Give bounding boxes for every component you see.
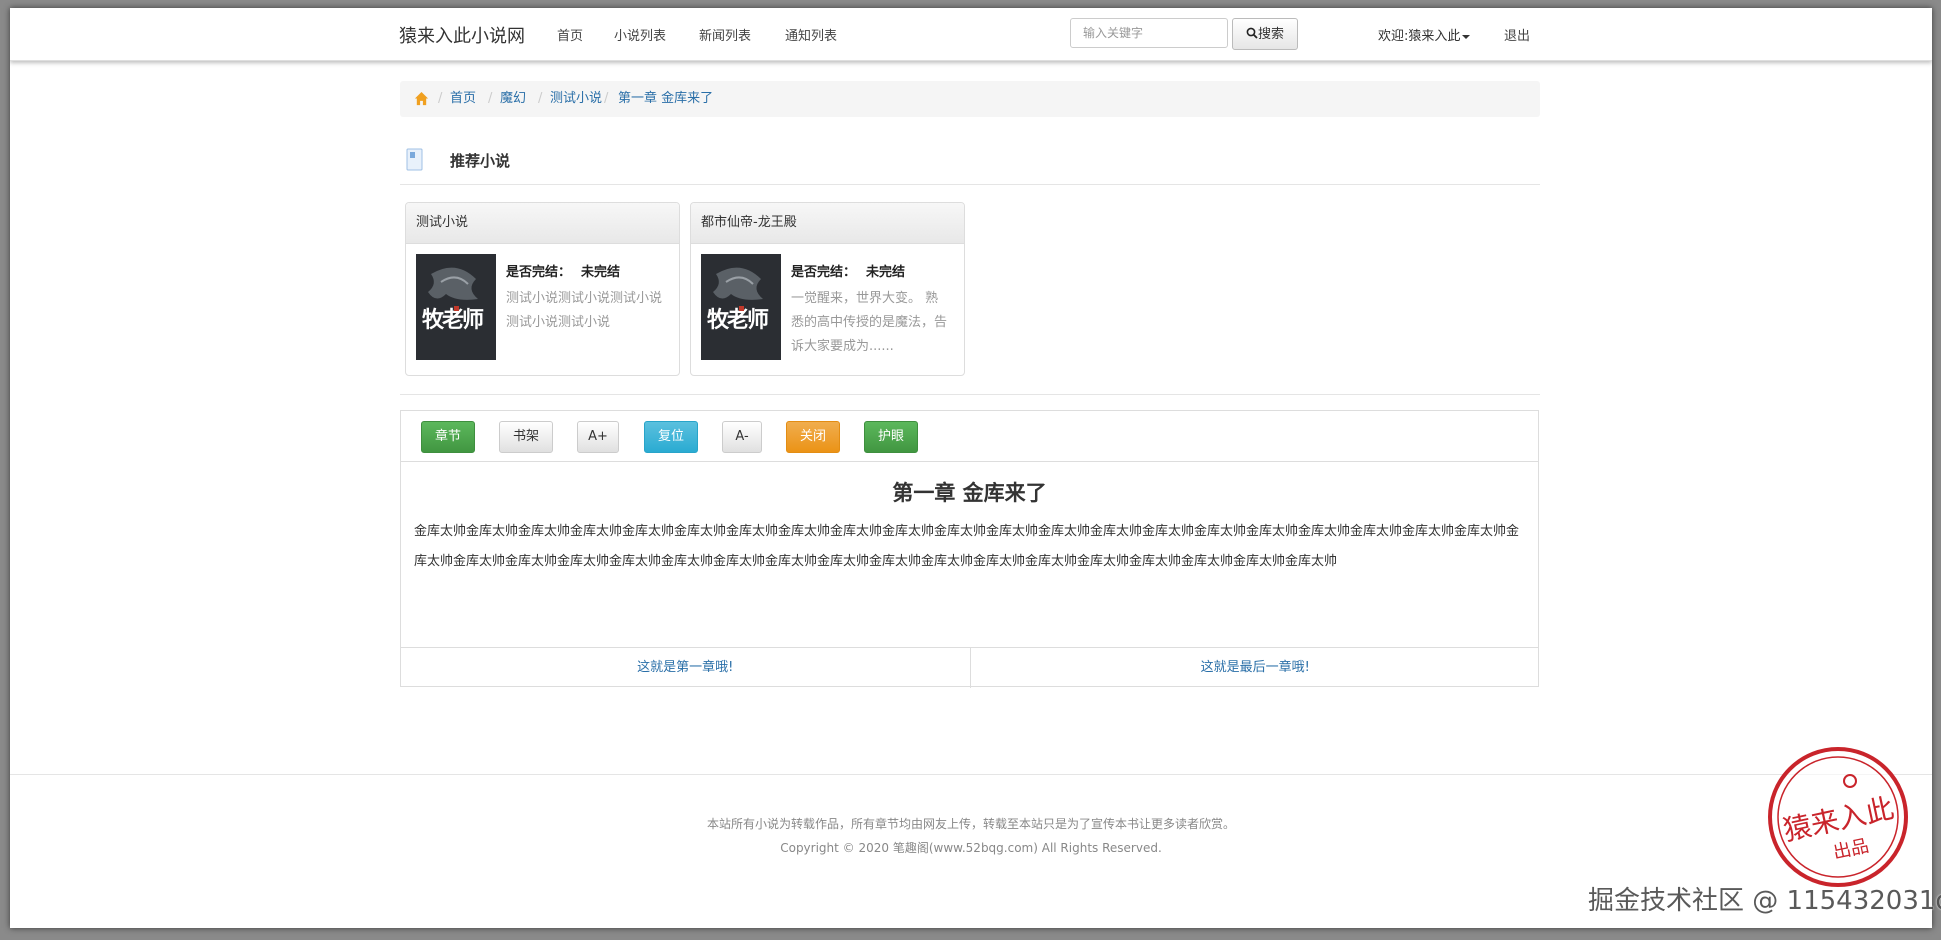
chapter-title: 第一章 金库来了 [892,481,1047,505]
eye-care-button[interactable]: 护眼 [864,421,918,453]
novel-description: 一觉醒来，世界大变。 熟悉的高中传授的是魔法，告诉大家要成为...... [791,291,948,354]
chevron-down-icon [1462,34,1471,39]
novel-description: 测试小说测试小说测试小说测试小说测试小说 [506,291,663,330]
status-value: 未完结 [866,265,906,280]
reader-toolbar: 章节 书架 A+ 复位 A- 关闭 护眼 [401,411,1538,462]
novel-card[interactable]: 都市仙帝-龙王殿 牧老师 是否完结： 未完结 一觉醒来，世界大变。 熟悉的高中传授… [690,202,965,376]
status-label: 是否完结： [506,265,572,280]
top-navbar: 猿来入此小说网 首页 小说列表 新闻列表 通知列表 输入关键字 搜索 欢迎:猿来… [10,8,1932,61]
breadcrumb-novel[interactable]: 测试小说 [550,81,602,117]
bookshelf-button[interactable]: 书架 [499,421,553,453]
breadcrumb-separator: / [538,91,543,106]
novel-cover-image[interactable]: 牧老师 [416,254,496,360]
novel-card-title[interactable]: 都市仙帝-龙王殿 [691,203,964,244]
cover-title: 牧老师 [707,307,769,333]
nav-news-list[interactable]: 新闻列表 [699,25,751,44]
search-icon [1246,27,1258,39]
footer-notice: 本站所有小说为转载作品，所有章节均由网友上传，转载至本站只是为了宣传本书让更多读… [706,817,1235,831]
breadcrumb-separator: / [438,91,443,106]
novel-status: 是否完结： 未完结 [506,261,620,280]
breadcrumb-separator: / [488,91,493,106]
reset-button[interactable]: 复位 [644,421,698,453]
section-title: 推荐小说 [450,152,511,170]
cover-stamp [739,306,744,311]
search-button-label: 搜索 [1257,27,1284,42]
breadcrumb: / 首页 / 魔幻 / 测试小说 / 第一章 金库来了 [400,81,1540,117]
divider [400,394,1540,395]
chapter-pager: 这就是第一章哦! 这就是最后一章哦! [401,647,1538,688]
breadcrumb-category[interactable]: 魔幻 [500,81,526,117]
logout-link[interactable]: 退出 [1504,25,1530,44]
nav-novel-list[interactable]: 小说列表 [614,25,666,44]
watermark-text: 掘金技术社区 @ 115432031q [1588,886,1941,916]
search-input[interactable]: 输入关键字 [1070,18,1228,48]
font-increase-button[interactable]: A+ [577,421,619,453]
nav-home[interactable]: 首页 [557,25,583,44]
novel-status: 是否完结： 未完结 [791,261,905,280]
prev-chapter-link[interactable]: 这就是第一章哦! [401,648,970,688]
font-decrease-button[interactable]: A- [722,421,762,453]
cover-stamp [454,306,459,311]
browser-page: 猿来入此小说网 首页 小说列表 新闻列表 通知列表 输入关键字 搜索 欢迎:猿来… [10,8,1932,928]
home-icon[interactable] [414,91,429,106]
novel-card-title[interactable]: 测试小说 [406,203,679,244]
footer-copyright: Copyright © 2020 笔趣阁(www.52bqg.com) All … [780,841,1162,855]
book-icon [406,148,423,171]
status-label: 是否完结： [791,265,857,280]
chapter-content: 金库太帅金库太帅金库太帅金库太帅金库太帅金库太帅金库太帅金库太帅金库太帅金库太帅… [414,524,1520,569]
close-button[interactable]: 关闭 [786,421,840,453]
cover-title: 牧老师 [422,307,484,333]
status-value: 未完结 [581,265,621,280]
chapters-button[interactable]: 章节 [421,421,475,453]
search-button[interactable]: 搜索 [1232,18,1298,50]
novel-cover-image[interactable]: 牧老师 [701,254,781,360]
breadcrumb-home[interactable]: 首页 [450,81,476,117]
seal-stamp-logo: 猿来入此 出品 [1768,747,1908,887]
next-chapter-link[interactable]: 这就是最后一章哦! [971,648,1540,688]
user-menu-label: 欢迎:猿来入此 [1378,29,1461,44]
user-menu[interactable]: 欢迎:猿来入此 [1378,25,1471,44]
site-brand[interactable]: 猿来入此小说网 [399,22,525,48]
breadcrumb-chapter: 第一章 金库来了 [618,91,714,106]
breadcrumb-separator: / [604,91,609,106]
nav-notice-list[interactable]: 通知列表 [785,25,837,44]
divider [400,184,1540,185]
chapter-reader: 章节 书架 A+ 复位 A- 关闭 护眼 第一章 金库来了 金库太帅金库太帅金库… [400,410,1539,688]
novel-card[interactable]: 测试小说 牧老师 是否完结： 未完结 测试小说测试小说测试小说测试小说测试小说 [405,202,680,376]
